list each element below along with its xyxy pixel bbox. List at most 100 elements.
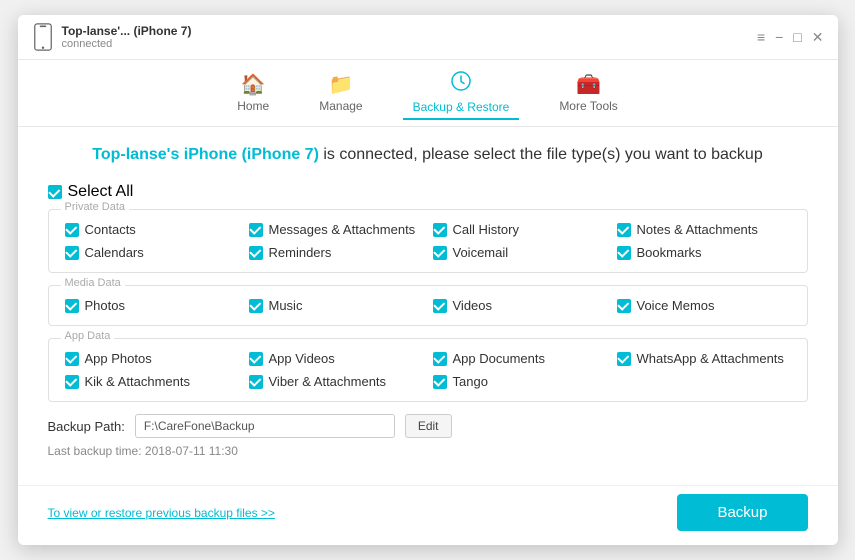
- backup-path-input[interactable]: [135, 414, 395, 438]
- media-data-grid: Photos Music Videos Voice Memos: [65, 298, 791, 313]
- viber-label: Viber & Attachments: [269, 374, 387, 389]
- photos-checkbox[interactable]: [65, 299, 79, 313]
- tab-tools[interactable]: 🧰 More Tools: [549, 68, 627, 119]
- tab-manage-label: Manage: [319, 99, 362, 113]
- reminders-label: Reminders: [269, 245, 332, 260]
- app-documents-checkbox[interactable]: [433, 352, 447, 366]
- app-data-grid: App Photos App Videos App Documents What…: [65, 351, 791, 389]
- notes-label: Notes & Attachments: [637, 222, 758, 237]
- app-photos-checkbox[interactable]: [65, 352, 79, 366]
- backup-button[interactable]: Backup: [677, 494, 807, 531]
- app-photos-label: App Photos: [85, 351, 152, 366]
- voicemail-checkbox[interactable]: [433, 246, 447, 260]
- list-item: Voice Memos: [617, 298, 791, 313]
- footer: To view or restore previous backup files…: [18, 485, 838, 545]
- viber-checkbox[interactable]: [249, 375, 263, 389]
- minimize-button[interactable]: −: [775, 29, 783, 45]
- call-history-checkbox[interactable]: [433, 223, 447, 237]
- list-item: Tango: [433, 374, 607, 389]
- title-bar: Top-lanse'... (iPhone 7) connected ≡ − □…: [18, 15, 838, 60]
- music-checkbox[interactable]: [249, 299, 263, 313]
- voicemail-label: Voicemail: [453, 245, 509, 260]
- backup-path-row: Backup Path: Edit: [48, 414, 808, 438]
- list-item: App Documents: [433, 351, 607, 366]
- page-title-rest: is connected, please select the file typ…: [319, 146, 763, 163]
- list-item: Notes & Attachments: [617, 222, 791, 237]
- app-data-section: App Data App Photos App Videos App Docum…: [48, 338, 808, 402]
- app-videos-label: App Videos: [269, 351, 335, 366]
- list-item: Voicemail: [433, 245, 607, 260]
- page-title: Top-lanse's iPhone (iPhone 7) is connect…: [48, 143, 808, 167]
- select-all-label: Select All: [68, 183, 134, 201]
- manage-icon: 📁: [328, 72, 353, 97]
- app-documents-label: App Documents: [453, 351, 546, 366]
- tools-icon: 🧰: [576, 72, 601, 97]
- tab-backup-label: Backup & Restore: [413, 100, 510, 114]
- app-videos-checkbox[interactable]: [249, 352, 263, 366]
- tab-backup[interactable]: Backup & Restore: [403, 66, 520, 120]
- reminders-checkbox[interactable]: [249, 246, 263, 260]
- music-label: Music: [269, 298, 303, 313]
- device-info-area: Top-lanse'... (iPhone 7) connected: [32, 23, 757, 51]
- tab-tools-label: More Tools: [559, 99, 617, 113]
- nav-tabs: 🏠 Home 📁 Manage Backup & Restore 🧰 More …: [18, 60, 838, 127]
- notes-checkbox[interactable]: [617, 223, 631, 237]
- contacts-checkbox[interactable]: [65, 223, 79, 237]
- private-data-grid: Contacts Messages & Attachments Call His…: [65, 222, 791, 260]
- window-controls: ≡ − □ ✕: [757, 29, 824, 46]
- tab-manage[interactable]: 📁 Manage: [309, 68, 372, 119]
- device-highlight: Top-lanse's iPhone (iPhone 7): [92, 146, 319, 163]
- backup-path-label: Backup Path:: [48, 419, 125, 434]
- menu-icon[interactable]: ≡: [757, 29, 765, 45]
- list-item: Kik & Attachments: [65, 374, 239, 389]
- tango-checkbox[interactable]: [433, 375, 447, 389]
- list-item: Messages & Attachments: [249, 222, 423, 237]
- list-item: Viber & Attachments: [249, 374, 423, 389]
- list-item: Calendars: [65, 245, 239, 260]
- voice-memos-checkbox[interactable]: [617, 299, 631, 313]
- private-data-label: Private Data: [61, 201, 130, 213]
- main-content: Top-lanse's iPhone (iPhone 7) is connect…: [18, 127, 838, 485]
- device-name: Top-lanse'... (iPhone 7): [62, 24, 192, 38]
- list-item: Bookmarks: [617, 245, 791, 260]
- maximize-button[interactable]: □: [793, 29, 801, 45]
- tab-home-label: Home: [237, 99, 269, 113]
- list-item: Photos: [65, 298, 239, 313]
- device-details: Top-lanse'... (iPhone 7) connected: [62, 24, 192, 50]
- calendars-checkbox[interactable]: [65, 246, 79, 260]
- media-data-label: Media Data: [61, 277, 125, 289]
- backup-icon: [450, 70, 472, 98]
- close-button[interactable]: ✕: [812, 29, 824, 46]
- contacts-label: Contacts: [85, 222, 136, 237]
- phone-icon: [32, 23, 54, 51]
- list-item: Reminders: [249, 245, 423, 260]
- bookmarks-label: Bookmarks: [637, 245, 702, 260]
- list-item: App Videos: [249, 351, 423, 366]
- last-backup-time: 2018-07-11 11:30: [145, 444, 238, 458]
- tango-label: Tango: [453, 374, 488, 389]
- list-item: Contacts: [65, 222, 239, 237]
- restore-link[interactable]: To view or restore previous backup files…: [48, 506, 275, 520]
- kik-label: Kik & Attachments: [85, 374, 191, 389]
- last-backup-label: Last backup time:: [48, 444, 142, 458]
- list-item: WhatsApp & Attachments: [617, 351, 791, 366]
- select-all-checkbox[interactable]: [48, 185, 62, 199]
- voice-memos-label: Voice Memos: [637, 298, 715, 313]
- media-data-section: Media Data Photos Music Videos Voice Mem…: [48, 285, 808, 326]
- select-all-row: Select All: [48, 183, 808, 201]
- home-icon: 🏠: [241, 72, 266, 97]
- tab-home[interactable]: 🏠 Home: [227, 68, 279, 119]
- app-data-label: App Data: [61, 330, 115, 342]
- list-item: Call History: [433, 222, 607, 237]
- main-window: Top-lanse'... (iPhone 7) connected ≡ − □…: [18, 15, 838, 545]
- photos-label: Photos: [85, 298, 125, 313]
- calendars-label: Calendars: [85, 245, 144, 260]
- list-item: Music: [249, 298, 423, 313]
- edit-button[interactable]: Edit: [405, 414, 452, 438]
- videos-checkbox[interactable]: [433, 299, 447, 313]
- messages-checkbox[interactable]: [249, 223, 263, 237]
- whatsapp-label: WhatsApp & Attachments: [637, 351, 784, 366]
- whatsapp-checkbox[interactable]: [617, 352, 631, 366]
- bookmarks-checkbox[interactable]: [617, 246, 631, 260]
- kik-checkbox[interactable]: [65, 375, 79, 389]
